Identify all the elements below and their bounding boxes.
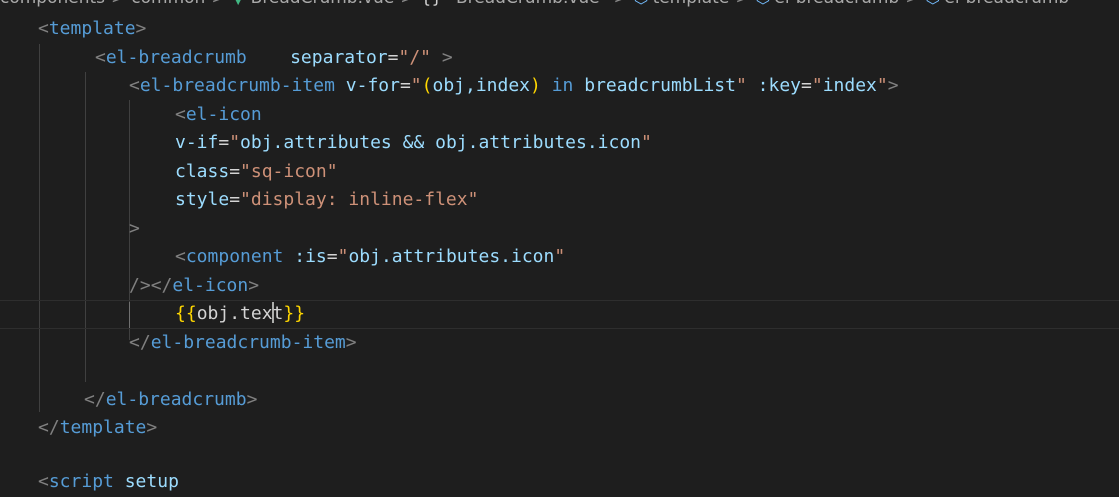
indent-guide (39, 44, 40, 412)
code-line-4: <el-icon (175, 104, 262, 125)
code-line-14: </el-breadcrumb> (84, 389, 258, 410)
code-line-11-current: {{obj.text}} (0, 300, 1119, 329)
code-line-10: /></el-icon> (129, 275, 260, 296)
code-line-12: </el-breadcrumb-item> (129, 332, 357, 353)
code-line-17: <script setup (38, 471, 179, 492)
code-line-5: v-if="obj.attributes && obj.attributes.i… (175, 132, 652, 153)
code-line-1: <template> (38, 18, 147, 39)
code-line-9: <component :is="obj.attributes.icon" (175, 246, 566, 267)
code-line-7: style="display: inline-flex" (175, 189, 479, 210)
code-line-6: class="sq-icon" (175, 161, 338, 182)
code-line-2: <el-breadcrumb separator="/" > (95, 47, 453, 68)
code-line-15: </template> (38, 417, 158, 438)
code-editor[interactable]: <template> <el-breadcrumb separator="/" … (0, 0, 1119, 492)
code-line-8: > (129, 218, 140, 239)
indent-guide (85, 72, 86, 382)
code-line-3: <el-breadcrumb-item v-for="(obj,index) i… (129, 75, 899, 96)
